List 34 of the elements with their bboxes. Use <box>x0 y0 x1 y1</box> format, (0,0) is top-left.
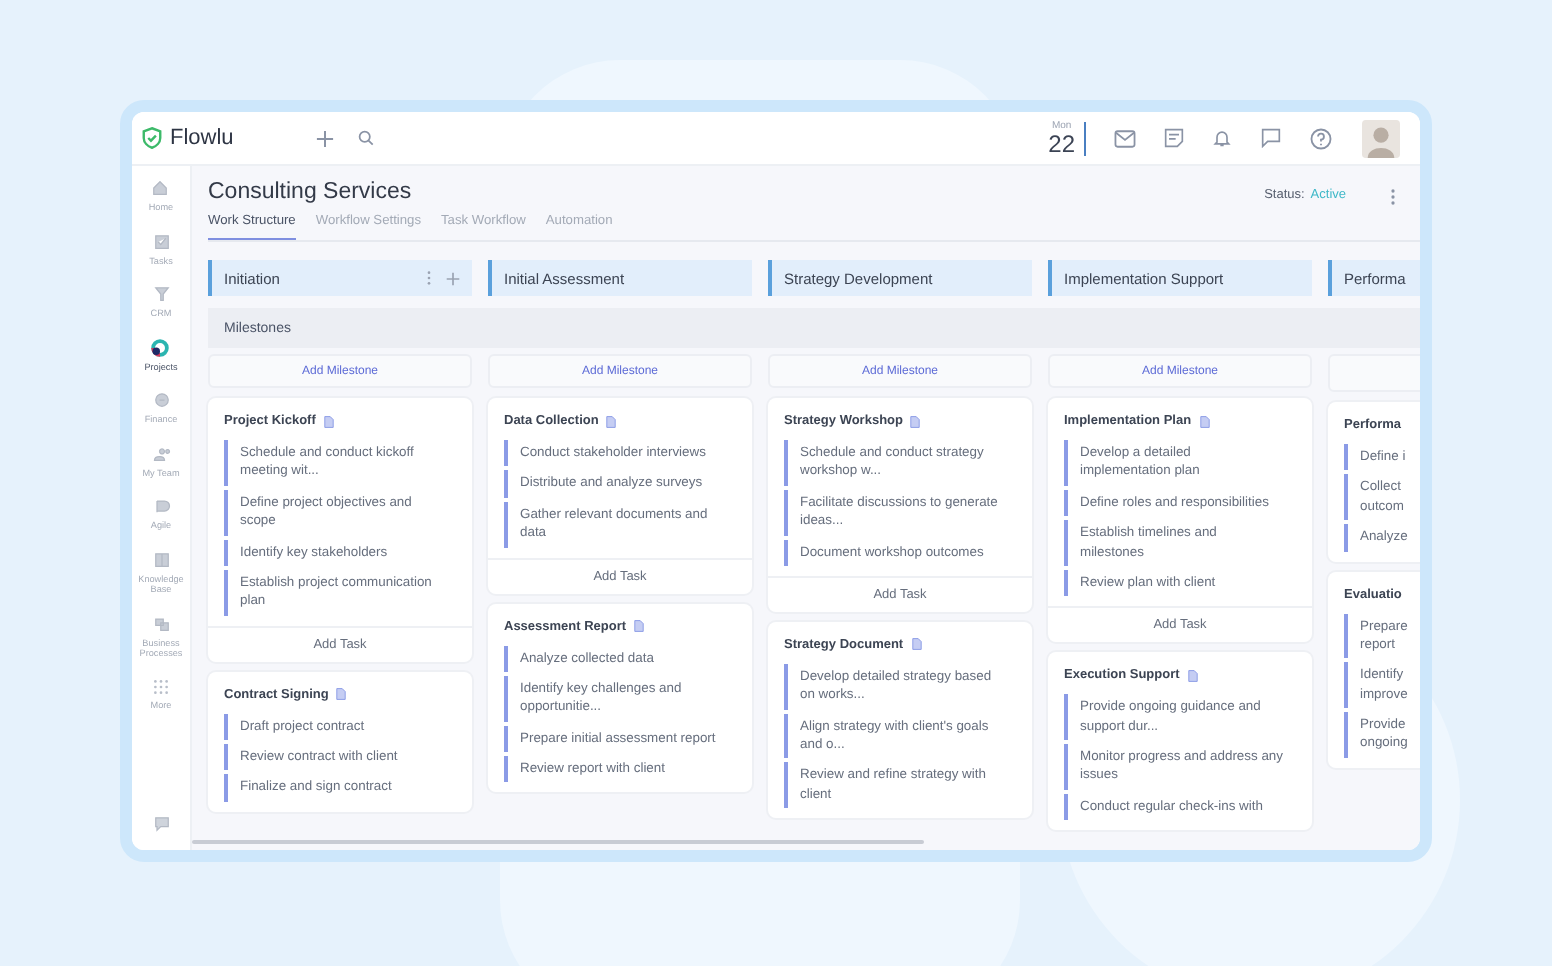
grid-icon <box>152 677 170 695</box>
team-icon <box>151 443 171 463</box>
chat-icon[interactable] <box>1260 128 1282 148</box>
home-icon <box>150 178 171 198</box>
shield-check-icon <box>140 126 164 150</box>
search-icon[interactable] <box>358 130 374 146</box>
avatar-icon[interactable] <box>1362 119 1400 157</box>
app-logo[interactable]: Flowlu <box>170 126 234 150</box>
plus-icon[interactable] <box>446 271 460 285</box>
document-icon[interactable] <box>910 415 921 427</box>
finance-icon <box>151 390 171 410</box>
kebab-menu-icon[interactable] <box>1390 188 1396 206</box>
document-icon[interactable] <box>336 688 347 701</box>
process-icon <box>151 613 171 633</box>
agile-icon <box>151 496 171 516</box>
document-icon[interactable] <box>606 415 617 427</box>
document-icon[interactable] <box>1187 669 1198 682</box>
date-day: 22 <box>1048 131 1075 155</box>
kebab-menu-icon[interactable] <box>426 270 432 286</box>
speech-bubble-icon[interactable] <box>151 814 171 834</box>
mail-icon[interactable] <box>1114 129 1136 147</box>
help-icon[interactable] <box>1310 127 1332 149</box>
document-icon[interactable] <box>911 638 922 651</box>
document-icon[interactable] <box>323 415 334 427</box>
document-icon[interactable] <box>634 620 645 632</box>
ring-icon <box>150 337 171 357</box>
project-title: Consulting Services <box>208 180 414 204</box>
crm-icon <box>151 284 171 304</box>
plus-icon[interactable] <box>316 129 334 147</box>
note-icon[interactable] <box>1164 128 1184 148</box>
tasks-icon <box>151 231 171 251</box>
document-icon[interactable] <box>1199 415 1210 427</box>
book-icon <box>151 549 171 569</box>
bell-icon[interactable] <box>1212 128 1232 148</box>
